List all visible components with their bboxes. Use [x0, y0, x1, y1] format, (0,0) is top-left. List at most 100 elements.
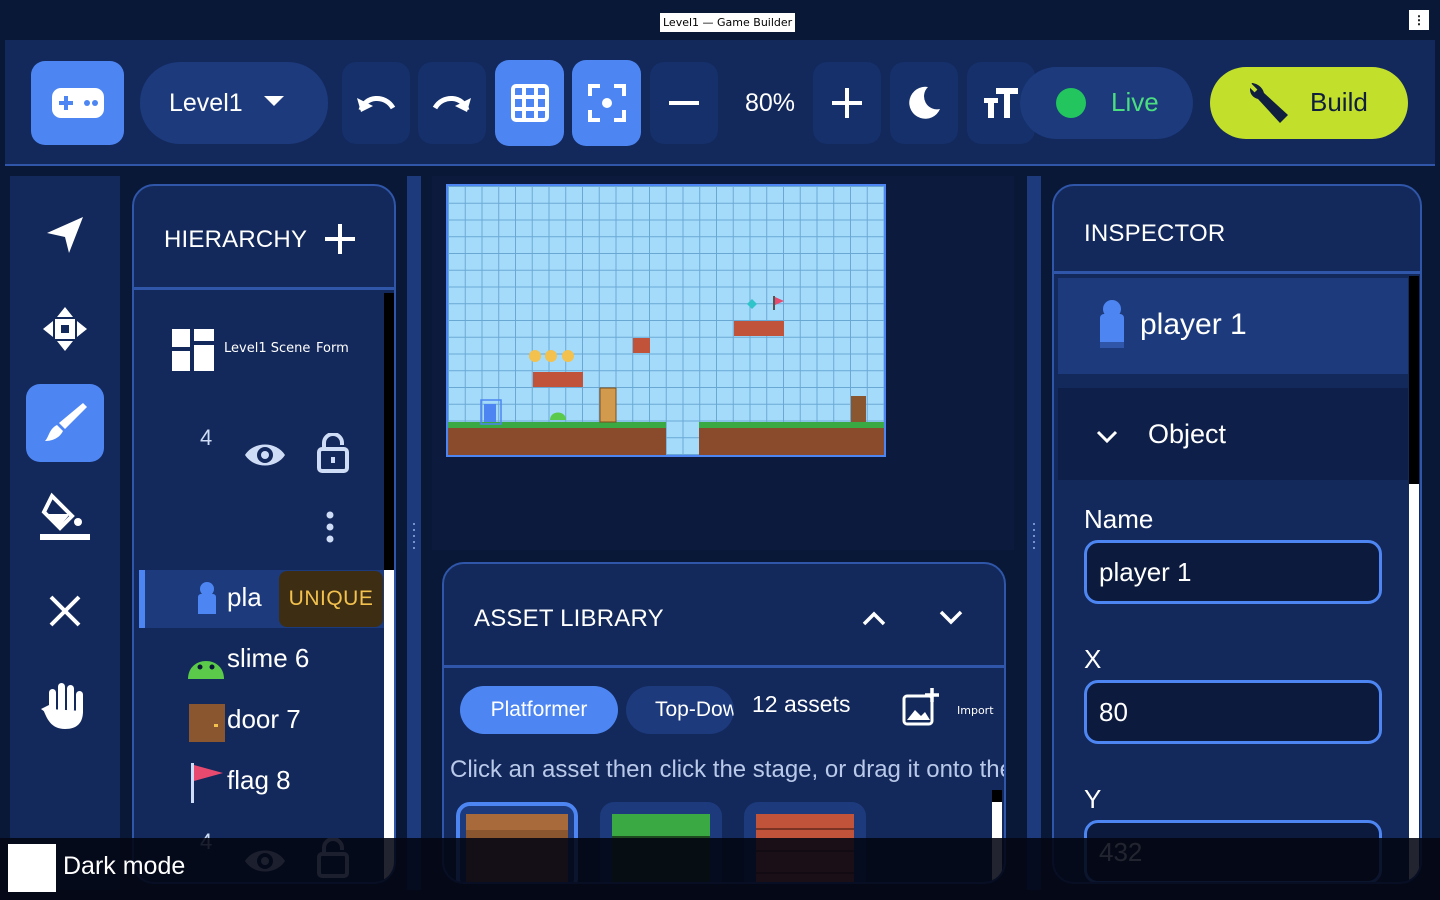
door-icon: [851, 396, 866, 422]
object-section-toggle[interactable]: Object: [1058, 388, 1408, 480]
hierarchy-item-player[interactable]: pla UNIQUE: [139, 570, 384, 628]
inspector-header: INSPECTOR: [1054, 186, 1420, 274]
dark-mode-toast: Dark mode: [0, 838, 1440, 900]
flag-pole: [773, 296, 775, 310]
hierarchy-item-label: flag 8: [227, 765, 291, 795]
top-toolbar: Level1 80% Live Build: [5, 40, 1435, 166]
toast-text: Dark mode: [63, 852, 186, 880]
paint-tool[interactable]: [26, 384, 104, 462]
level-select[interactable]: Level1: [140, 62, 328, 144]
pan-tool[interactable]: [26, 666, 104, 744]
minus-icon: [669, 101, 699, 105]
move-icon: [43, 307, 87, 351]
inspector-scrollbar-thumb[interactable]: [1409, 276, 1419, 484]
game-stage-canvas[interactable]: [446, 184, 886, 457]
chevron-down-icon[interactable]: [939, 610, 963, 626]
gem-icon: [747, 299, 757, 309]
x-label: X: [1084, 644, 1102, 674]
splitter-grip-icon: [1033, 521, 1035, 549]
game-controller-button[interactable]: [31, 61, 124, 145]
text-size-icon: [984, 88, 1018, 118]
grid-icon: [510, 84, 549, 122]
asset-scrollbar-thumb[interactable]: [992, 790, 1002, 802]
unlock-icon[interactable]: [317, 433, 349, 473]
slime-icon: [188, 661, 224, 679]
focus-button[interactable]: [572, 60, 641, 146]
door-icon: [189, 704, 225, 742]
name-field[interactable]: [1084, 540, 1382, 604]
toast-swatch: [8, 844, 56, 892]
right-splitter[interactable]: [1027, 176, 1041, 890]
left-splitter[interactable]: [407, 176, 421, 890]
select-tool[interactable]: [26, 196, 104, 274]
zoom-in-button[interactable]: [813, 62, 881, 144]
redo-icon: [432, 96, 471, 112]
tab-top-down[interactable]: Top-Down: [626, 686, 734, 734]
scene-label: Level1 Scene: [224, 341, 311, 356]
brick-platform: [734, 321, 784, 336]
import-image-icon[interactable]: [902, 688, 940, 726]
window-titlebar: Level1 — Game Builder ⋮: [0, 0, 1440, 40]
coin-icon: [529, 350, 541, 362]
hierarchy-item-label: door 7: [227, 704, 301, 734]
live-toggle[interactable]: Live: [1020, 67, 1193, 139]
eye-icon[interactable]: [244, 441, 286, 469]
unique-badge: UNIQUE: [279, 571, 383, 627]
zoom-level: 80%: [744, 88, 796, 117]
hierarchy-panel: HIERARCHY Level1 Scene Form 4 pla UNIQUE…: [132, 184, 396, 884]
undo-icon: [357, 96, 396, 112]
chevron-down-icon: [264, 96, 284, 106]
more-vertical-icon[interactable]: [326, 511, 334, 543]
live-label: Live: [1111, 87, 1159, 117]
window-menu-button[interactable]: ⋮: [1409, 10, 1429, 30]
inspector-title: INSPECTOR: [1084, 220, 1226, 247]
player-icon: [484, 404, 496, 422]
crate-stack: [599, 387, 617, 423]
hierarchy-item-flag[interactable]: flag 8: [139, 753, 384, 811]
hierarchy-header: HIERARCHY: [134, 186, 394, 290]
scene-layout-icon: [172, 329, 214, 371]
scene-sublabel: Form: [316, 341, 349, 356]
player-icon: [1100, 300, 1124, 348]
asset-library-title: ASSET LIBRARY: [474, 605, 664, 632]
theme-toggle-button[interactable]: [890, 62, 958, 144]
flag-icon: [775, 297, 784, 305]
zoom-out-button[interactable]: [650, 62, 718, 144]
y-label: Y: [1084, 784, 1102, 814]
delete-tool[interactable]: [26, 572, 104, 650]
tool-rail: [10, 176, 120, 890]
undo-button[interactable]: [342, 62, 410, 144]
chevron-up-icon[interactable]: [862, 610, 886, 626]
stage-scene: [448, 296, 884, 455]
paint-brush-icon: [45, 403, 87, 441]
grid-toggle-button[interactable]: [495, 60, 564, 146]
hierarchy-scrollbar-thumb[interactable]: [384, 293, 394, 570]
add-object-plus-icon[interactable]: [325, 224, 355, 254]
live-status-dot-icon: [1056, 88, 1086, 118]
wrench-icon: [1248, 83, 1288, 123]
inspector-panel: INSPECTOR player 1 Object Name X Y: [1052, 184, 1422, 884]
x-field[interactable]: [1084, 680, 1382, 744]
inspector-object-row[interactable]: player 1: [1058, 278, 1408, 374]
hierarchy-item-label: pla: [227, 582, 262, 612]
delete-x-icon: [49, 595, 81, 627]
ground-dirt-right: [699, 428, 884, 455]
redo-button[interactable]: [418, 62, 486, 144]
hierarchy-title: HIERARCHY: [164, 226, 308, 253]
import-label[interactable]: Import: [957, 704, 994, 717]
hierarchy-item-slime[interactable]: slime 6: [139, 631, 384, 689]
plus-icon: [832, 88, 862, 118]
fill-tool[interactable]: [26, 478, 104, 556]
asset-count: 12 assets: [752, 691, 851, 717]
coin-icon: [545, 350, 557, 362]
inspector-object-name: player 1: [1140, 308, 1247, 341]
build-button[interactable]: Build: [1210, 67, 1408, 139]
move-tool[interactable]: [26, 290, 104, 368]
tab-platformer[interactable]: Platformer: [460, 686, 618, 734]
player-icon: [198, 582, 216, 618]
splitter-grip-icon: [413, 521, 415, 549]
select-arrow-icon: [47, 217, 83, 253]
scene-row[interactable]: Level1 Scene Form 4: [134, 293, 384, 563]
hierarchy-item-door[interactable]: door 7: [139, 692, 384, 750]
chevron-down-icon: [1096, 430, 1118, 444]
